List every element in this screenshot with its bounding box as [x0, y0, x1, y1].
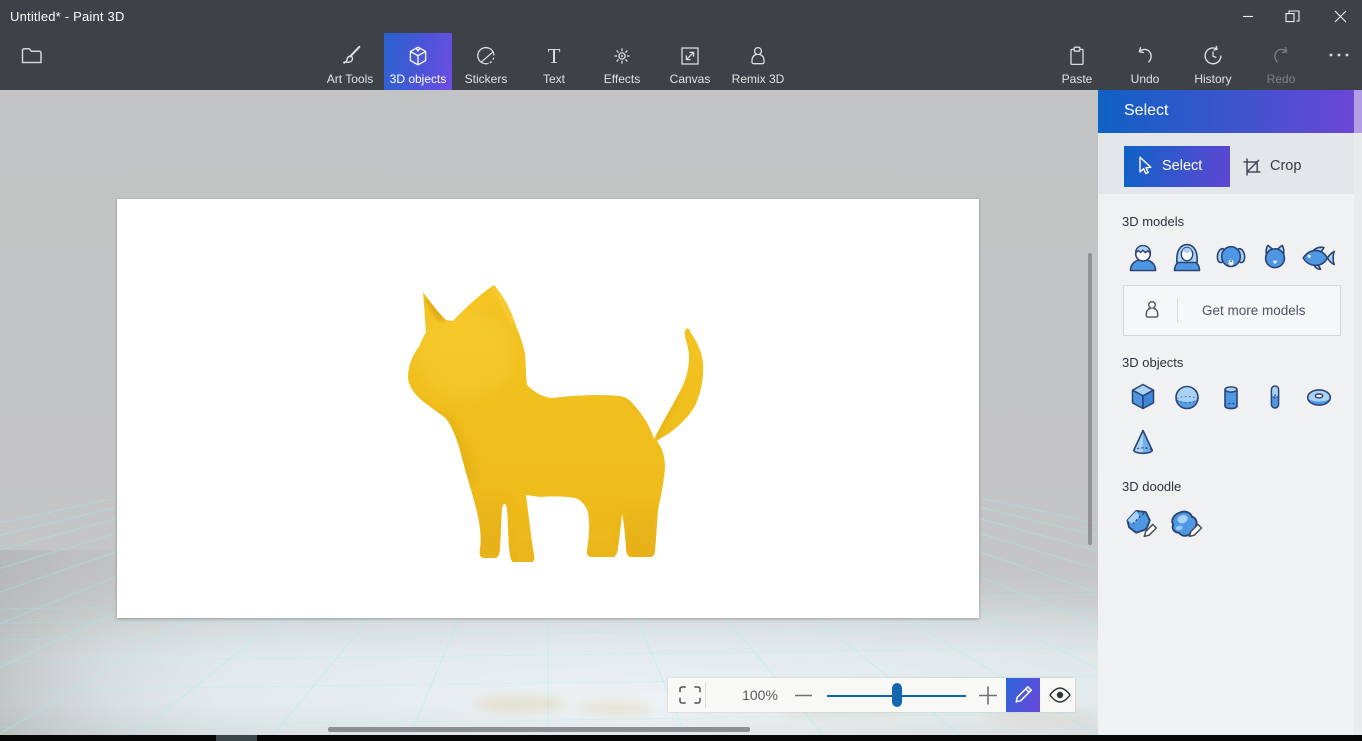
- svg-text:T: T: [548, 45, 561, 67]
